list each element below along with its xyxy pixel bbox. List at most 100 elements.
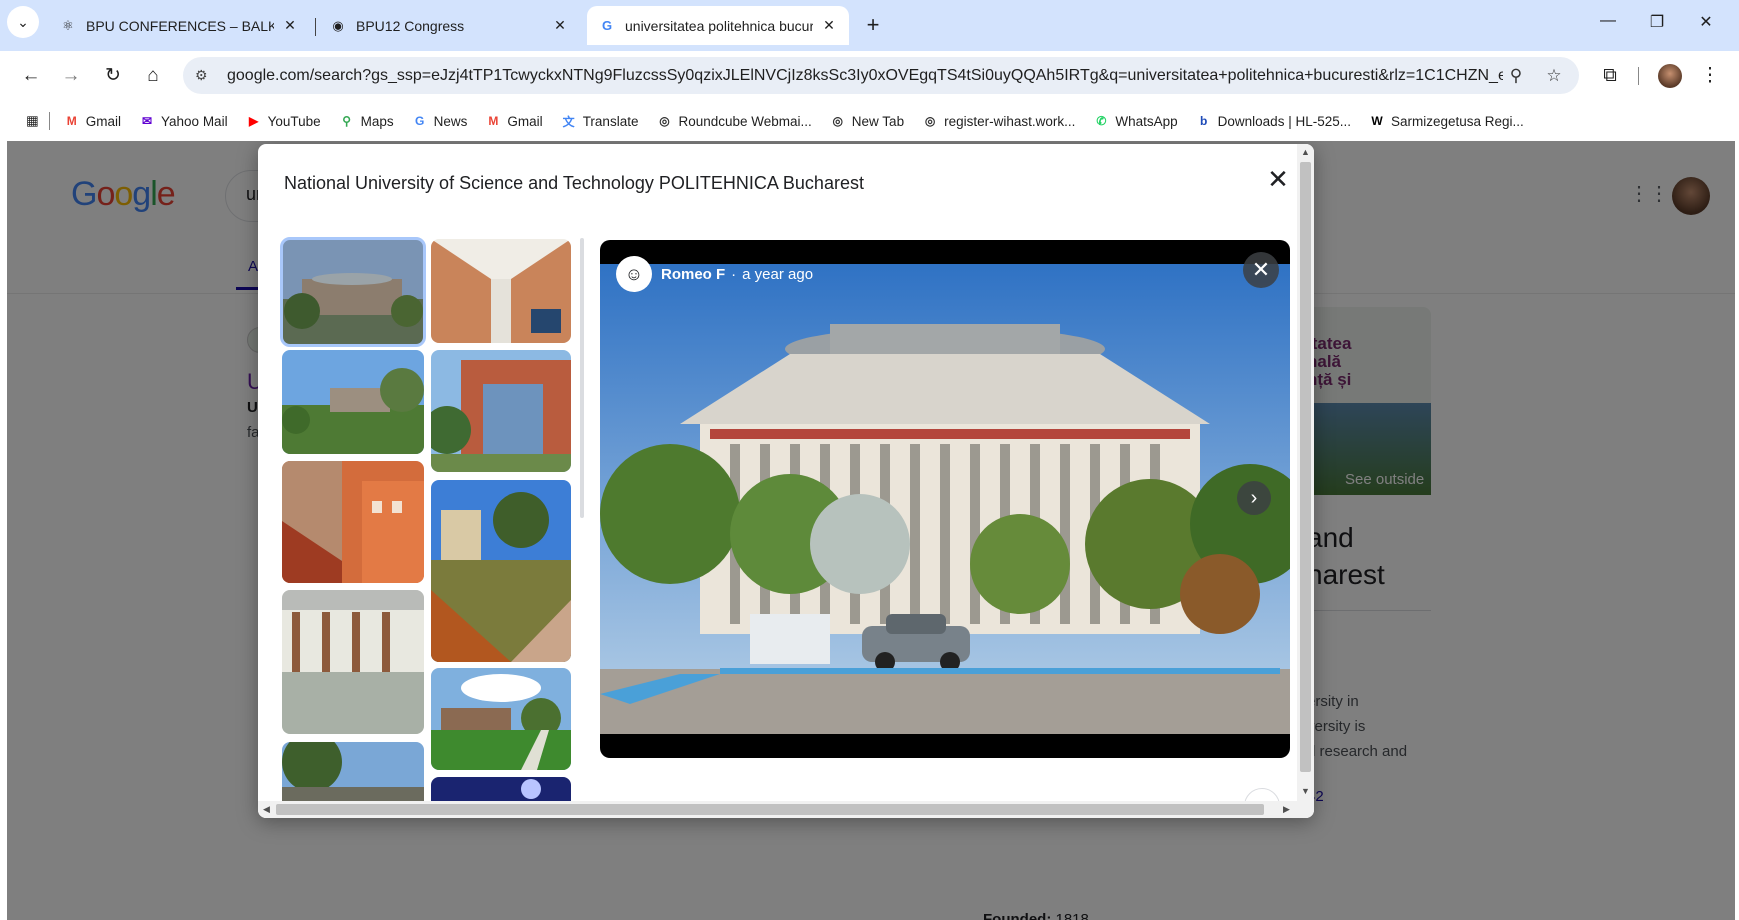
photo-thumbnail[interactable] <box>431 350 571 472</box>
photo-thumbnail[interactable] <box>431 239 571 343</box>
bookmark-label: Translate <box>582 113 639 129</box>
credit-separator: · <box>731 266 737 283</box>
toolbar-divider <box>1638 67 1639 85</box>
photo-age: a year ago <box>742 266 814 283</box>
photo-thumbnail[interactable] <box>280 237 426 347</box>
back-button[interactable]: ← <box>18 63 44 89</box>
extensions-icon[interactable]: ⧉ <box>1597 63 1623 89</box>
scroll-left-arrow-icon[interactable]: ◀ <box>258 804 275 815</box>
location-icon[interactable]: ⚲ <box>1503 66 1529 86</box>
green-lawn-thumbnail-image <box>431 668 571 770</box>
tab-title: universitatea politehnica bucuresti <box>625 17 813 34</box>
campus-thumbnail-image <box>282 350 424 454</box>
bookmark-translate[interactable]: 文 Translate <box>561 113 639 129</box>
bookmark-maps[interactable]: ⚲ Maps <box>339 113 394 129</box>
profile-avatar[interactable] <box>1658 64 1682 88</box>
globe-icon: ◎ <box>924 114 936 128</box>
site-info-icon[interactable]: ⚙ <box>195 67 217 84</box>
tab-divider <box>315 18 316 36</box>
glass-facade-thumbnail-image <box>431 350 571 472</box>
bookmark-label: YouTube <box>267 113 321 129</box>
menu-icon[interactable]: ⋮ <box>1697 63 1723 89</box>
bookmark-label: Gmail <box>507 113 543 129</box>
photo-viewer: ☺ Romeo F · a year ago ✕ › <box>600 240 1290 758</box>
main-photo <box>600 264 1290 734</box>
atrium-thumbnail-image <box>431 239 571 343</box>
apps-grid-icon[interactable]: ▦ <box>26 113 39 129</box>
close-viewer-icon[interactable]: ✕ <box>1243 252 1279 288</box>
photo-thumbnail[interactable] <box>282 461 424 583</box>
close-window-button[interactable]: ✕ <box>1683 12 1729 42</box>
bookmark-downloads-hl-525[interactable]: b Downloads | HL-525... <box>1196 113 1351 129</box>
forward-button[interactable]: → <box>58 63 84 89</box>
modal-title: National University of Science and Techn… <box>284 173 864 193</box>
bookmark-label: register-wihast.work... <box>944 113 1076 129</box>
translate-icon: 文 <box>562 114 575 129</box>
google-results-page: Google unive All ⋮⋮⋮ UPE Unive facult Ca… <box>7 141 1735 920</box>
horizontal-scroll-thumb[interactable] <box>276 804 1264 815</box>
thumbnails-scrollbar[interactable] <box>580 238 584 518</box>
address-bar[interactable]: ⚙ google.com/search?gs_ssp=eJzj4tTP1Tcwy… <box>183 57 1579 94</box>
tab-title: BPU12 Congress <box>356 17 465 34</box>
yahoo-mail-icon: ✉ <box>142 114 153 128</box>
bookmark-news[interactable]: G News <box>412 113 468 129</box>
photo-thumbnail[interactable] <box>282 350 424 454</box>
path-autumn-thumbnail-image <box>431 480 571 662</box>
news-icon: G <box>414 114 425 128</box>
modern-building-thumbnail-image <box>282 461 424 583</box>
bookmark-new-tab[interactable]: ◎ New Tab <box>830 113 905 129</box>
reload-button[interactable]: ↻ <box>100 63 126 89</box>
bookmarks-bar: ▦ M Gmail ✉ Yahoo Mail ▶ YouTube ⚲ Maps G News M Gm… <box>0 101 1739 141</box>
restore-button[interactable]: ❐ <box>1634 12 1680 42</box>
wikipedia-icon: W <box>1371 114 1383 128</box>
bookmark-label: New Tab <box>851 113 905 129</box>
scroll-down-arrow-icon[interactable]: ▼ <box>1297 786 1314 796</box>
scroll-right-arrow-icon[interactable]: ▶ <box>1278 804 1295 815</box>
close-tab-icon[interactable]: ✕ <box>282 17 298 34</box>
close-tab-icon[interactable]: ✕ <box>821 17 837 34</box>
author-name[interactable]: Romeo F <box>661 266 725 283</box>
bookmark-label: Downloads | HL-525... <box>1217 113 1351 129</box>
photo-thumbnail[interactable] <box>282 590 424 734</box>
bookmark-label: Maps <box>360 113 394 129</box>
tab-google-search[interactable]: G universitatea politehnica bucuresti ✕ <box>587 6 849 45</box>
building-thumbnail-image <box>282 239 424 345</box>
url-text[interactable]: google.com/search?gs_ssp=eJzj4tTP1Tcwyck… <box>227 67 1503 85</box>
bookmark-label: Yahoo Mail <box>161 113 228 129</box>
chevron-right-icon[interactable]: › <box>1237 481 1271 515</box>
bookmark-roundcube-webmai[interactable]: ◎ Roundcube Webmai... <box>656 113 812 129</box>
close-tab-icon[interactable]: ✕ <box>552 17 568 34</box>
photo-thumbnail[interactable] <box>431 668 571 770</box>
bookmark-whatsapp[interactable]: ✆ WhatsApp <box>1093 113 1177 129</box>
author-avatar[interactable]: ☺ <box>616 256 652 292</box>
bookmark-label: News <box>433 113 468 129</box>
tab-strip: ⌄ ⚛ BPU CONFERENCES – BALKAN PHYSICAL UN… <box>0 0 1739 51</box>
browser-chrome: ⌄ ⚛ BPU CONFERENCES – BALKAN PHYSICAL UN… <box>0 0 1739 141</box>
google-icon: G <box>601 18 613 33</box>
brother-icon: b <box>1199 114 1208 128</box>
tab-title: BPU CONFERENCES – BALKAN PHYSICAL UNION <box>86 17 274 34</box>
tab-search-button[interactable]: ⌄ <box>7 6 39 38</box>
bookmark-sarmizegetusa-regi[interactable]: W Sarmizegetusa Regi... <box>1369 113 1524 129</box>
bookmark-gmail[interactable]: M Gmail <box>485 113 542 129</box>
bookmark-label: Sarmizegetusa Regi... <box>1390 113 1524 129</box>
minimize-button[interactable]: — <box>1585 12 1631 42</box>
bookmark-youtube[interactable]: ▶ YouTube <box>246 113 321 129</box>
scroll-up-arrow-icon[interactable]: ▲ <box>1297 147 1314 157</box>
tab-bpu-conferences[interactable]: ⚛ BPU CONFERENCES – BALKAN PHYSICAL UNIO… <box>48 6 310 45</box>
maps-icon: ⚲ <box>342 114 352 128</box>
atom-icon: ⚛ <box>62 17 74 33</box>
photos-modal: National University of Science and Techn… <box>258 144 1314 818</box>
photo-thumbnail[interactable] <box>431 480 571 662</box>
bookmark-register-wihast-work[interactable]: ◎ register-wihast.work... <box>922 113 1076 129</box>
modal-close-button[interactable]: ✕ <box>1265 166 1291 192</box>
new-tab-button[interactable]: + <box>861 14 885 38</box>
bookmark-star-icon[interactable]: ☆ <box>1541 66 1567 86</box>
tab-bpu12-congress[interactable]: ◉ BPU12 Congress ✕ <box>318 6 580 45</box>
bookmark-yahoo-mail[interactable]: ✉ Yahoo Mail <box>139 113 228 129</box>
browser-toolbar: ← → ↻ ⌂ ⚙ google.com/search?gs_ssp=eJzj4… <box>0 51 1739 101</box>
home-button[interactable]: ⌂ <box>140 63 166 89</box>
gmail-icon: M <box>488 114 499 128</box>
bookmark-gmail[interactable]: M Gmail <box>64 113 121 129</box>
vertical-scroll-thumb[interactable] <box>1300 162 1311 772</box>
